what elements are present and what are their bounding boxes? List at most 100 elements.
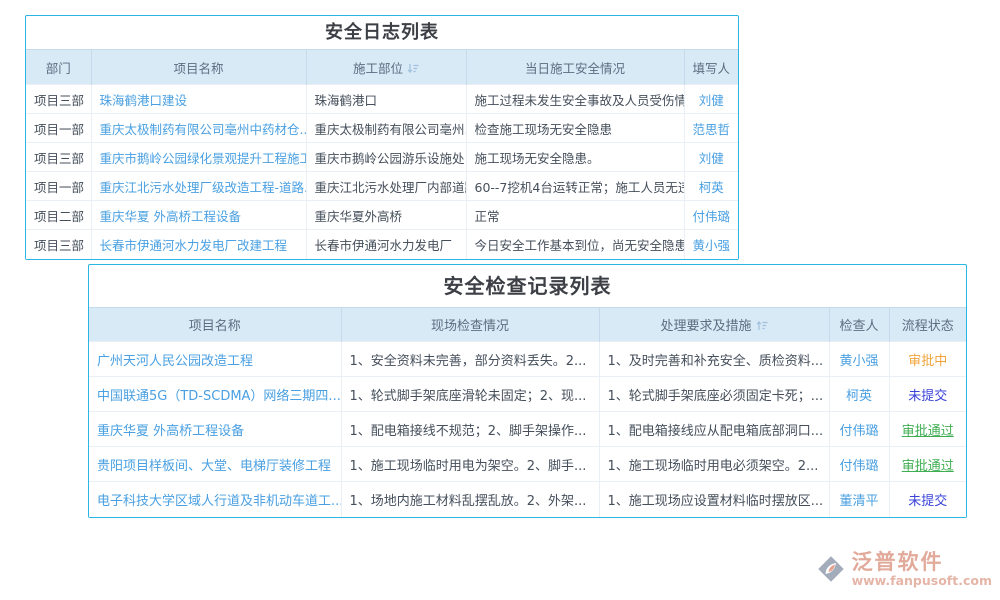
cell-workflow-status: 未提交	[889, 482, 966, 517]
cell-inspection: 1、配电箱接线不规范；2、脚手架操作...	[341, 412, 599, 447]
writer-link[interactable]: 黄小强	[692, 238, 730, 253]
project-link[interactable]: 贵阳项目样板间、大堂、电梯厅装修工程	[97, 459, 331, 474]
cell-inspection: 1、施工现场临时用电为架空。2、脚手...	[341, 447, 599, 482]
cell-dept: 项目三部	[26, 143, 91, 172]
cell-project: 珠海鹤港口建设	[91, 85, 306, 114]
table-row: 项目一部 重庆江北污水处理厂级改造工程-道路... 重庆江北污水处理厂内部道路 …	[26, 172, 738, 201]
col-header-location-label: 施工部位	[353, 61, 403, 76]
cell-workflow-status: 审批通过	[889, 447, 966, 482]
cell-status: 今日安全工作基本到位，尚无安全隐患...	[466, 230, 684, 259]
cell-location: 重庆市鹅岭公园游乐设施处	[306, 143, 466, 172]
cell-project: 贵阳项目样板间、大堂、电梯厅装修工程	[89, 447, 341, 482]
inspector-link[interactable]: 董清平	[839, 494, 878, 509]
cell-status: 正常	[466, 201, 684, 230]
sort-asc-icon[interactable]	[756, 320, 768, 335]
cell-workflow-status: 审批通过	[889, 412, 966, 447]
cell-dept: 项目二部	[26, 201, 91, 230]
cell-project: 电子科技大学区域人行道及非机动车道工...	[89, 482, 341, 517]
col-header-measures-label: 处理要求及措施	[660, 319, 751, 334]
writer-link[interactable]: 范思哲	[692, 122, 730, 137]
project-link[interactable]: 长春市伊通河水力发电厂改建工程	[100, 238, 288, 253]
col-header-project: 项目名称	[89, 308, 341, 342]
project-link[interactable]: 重庆市鹅岭公园绿化景观提升工程施工	[100, 151, 307, 166]
status-badge[interactable]: 未提交	[908, 389, 947, 404]
table-row: 项目二部 重庆华夏 外高桥工程设备 重庆华夏外高桥 正常 付伟璐	[26, 201, 738, 230]
sort-desc-icon[interactable]	[407, 62, 419, 77]
inspection-record-title: 安全检查记录列表	[89, 265, 966, 307]
col-header-location[interactable]: 施工部位	[306, 50, 466, 85]
cell-status: 检查施工现场无安全隐患	[466, 114, 684, 143]
col-header-measures[interactable]: 处理要求及措施	[599, 308, 829, 342]
project-link[interactable]: 重庆华夏 外高桥工程设备	[100, 209, 241, 224]
cell-inspection: 1、轮式脚手架底座滑轮未固定；2、现...	[341, 377, 599, 412]
cell-dept: 项目一部	[26, 114, 91, 143]
brand-logo-icon	[814, 552, 848, 590]
table-row: 项目三部 重庆市鹅岭公园绿化景观提升工程施工 重庆市鹅岭公园游乐设施处 施工现场…	[26, 143, 738, 172]
status-badge[interactable]: 审批通过	[902, 424, 954, 439]
status-badge[interactable]: 未提交	[908, 494, 947, 509]
cell-project: 重庆江北污水处理厂级改造工程-道路...	[91, 172, 306, 201]
project-link[interactable]: 重庆太极制药有限公司亳州中药材仓...	[100, 122, 307, 137]
brand-url: www.fanpusoft.com	[852, 574, 992, 588]
cell-measures: 1、施工现场应设置材料临时摆放区...	[599, 482, 829, 517]
cell-location: 重庆华夏外高桥	[306, 201, 466, 230]
writer-link[interactable]: 刘健	[699, 93, 724, 108]
inspector-link[interactable]: 付伟璐	[839, 459, 878, 474]
cell-project: 广州天河人民公园改造工程	[89, 342, 341, 377]
cell-dept: 项目一部	[26, 172, 91, 201]
cell-location: 重庆太极制药有限公司亳州...	[306, 114, 466, 143]
col-header-dept: 部门	[26, 50, 91, 85]
cell-project: 重庆市鹅岭公园绿化景观提升工程施工	[91, 143, 306, 172]
project-link[interactable]: 中国联通5G（TD-SCDMA）网络三期四...	[97, 389, 341, 404]
cell-inspector: 柯英	[829, 377, 889, 412]
cell-location: 重庆江北污水处理厂内部道路	[306, 172, 466, 201]
cell-writer: 范思哲	[684, 114, 738, 143]
project-link[interactable]: 广州天河人民公园改造工程	[97, 354, 253, 369]
cell-inspector: 董清平	[829, 482, 889, 517]
status-badge[interactable]: 审批通过	[902, 459, 954, 474]
cell-status: 施工过程未发生安全事故及人员受伤情况	[466, 85, 684, 114]
col-header-project: 项目名称	[91, 50, 306, 85]
cell-writer: 付伟璐	[684, 201, 738, 230]
cell-writer: 刘健	[684, 85, 738, 114]
cell-writer: 黄小强	[684, 230, 738, 259]
cell-project: 长春市伊通河水力发电厂改建工程	[91, 230, 306, 259]
project-link[interactable]: 珠海鹤港口建设	[100, 93, 188, 108]
project-link[interactable]: 重庆江北污水处理厂级改造工程-道路...	[100, 180, 307, 195]
inspection-record-table: 项目名称 现场检查情况 处理要求及措施 检查人 流程状态 广州天河人民公园改造工…	[89, 307, 966, 517]
col-header-writer: 填写人	[684, 50, 738, 85]
brand-text-block: 泛普软件 www.fanpusoft.com	[852, 550, 992, 588]
cell-location: 长春市伊通河水力发电厂	[306, 230, 466, 259]
col-header-status: 当日施工安全情况	[466, 50, 684, 85]
table-row: 贵阳项目样板间、大堂、电梯厅装修工程 1、施工现场临时用电为架空。2、脚手...…	[89, 447, 966, 482]
cell-writer: 刘健	[684, 143, 738, 172]
table-row: 中国联通5G（TD-SCDMA）网络三期四... 1、轮式脚手架底座滑轮未固定；…	[89, 377, 966, 412]
inspector-link[interactable]: 黄小强	[839, 354, 878, 369]
cell-dept: 项目三部	[26, 230, 91, 259]
cell-dept: 项目三部	[26, 85, 91, 114]
status-badge[interactable]: 审批中	[908, 354, 947, 369]
cell-inspection: 1、安全资料未完善，部分资料丢失。2...	[341, 342, 599, 377]
writer-link[interactable]: 付伟璐	[692, 209, 730, 224]
cell-status: 施工现场无安全隐患。	[466, 143, 684, 172]
col-header-inspection: 现场检查情况	[341, 308, 599, 342]
table-row: 项目三部 长春市伊通河水力发电厂改建工程 长春市伊通河水力发电厂 今日安全工作基…	[26, 230, 738, 259]
table-row: 电子科技大学区域人行道及非机动车道工... 1、场地内施工材料乱摆乱放。2、外架…	[89, 482, 966, 517]
cell-workflow-status: 未提交	[889, 377, 966, 412]
header-row: 部门 项目名称 施工部位 当日施工安全情况 填写人	[26, 50, 738, 85]
col-header-inspector: 检查人	[829, 308, 889, 342]
inspector-link[interactable]: 柯英	[846, 389, 872, 404]
project-link[interactable]: 重庆华夏 外高桥工程设备	[97, 424, 244, 439]
header-row: 项目名称 现场检查情况 处理要求及措施 检查人 流程状态	[89, 308, 966, 342]
project-link[interactable]: 电子科技大学区域人行道及非机动车道工...	[97, 494, 341, 509]
cell-measures: 1、配电箱接线应从配电箱底部洞口...	[599, 412, 829, 447]
inspection-record-table-card: 安全检查记录列表 项目名称 现场检查情况 处理要求及措施 检查人 流程状态 广州…	[88, 264, 967, 518]
brand-name: 泛普软件	[852, 550, 992, 574]
writer-link[interactable]: 柯英	[699, 180, 724, 195]
writer-link[interactable]: 刘健	[699, 151, 724, 166]
inspector-link[interactable]: 付伟璐	[839, 424, 878, 439]
cell-measures: 1、轮式脚手架底座必须固定卡死；...	[599, 377, 829, 412]
safety-log-table: 部门 项目名称 施工部位 当日施工安全情况 填写人 项目三部 珠海鹤港口建设 珠…	[26, 49, 738, 259]
cell-inspector: 黄小强	[829, 342, 889, 377]
brand-watermark: 泛普软件 www.fanpusoft.com	[814, 550, 992, 590]
